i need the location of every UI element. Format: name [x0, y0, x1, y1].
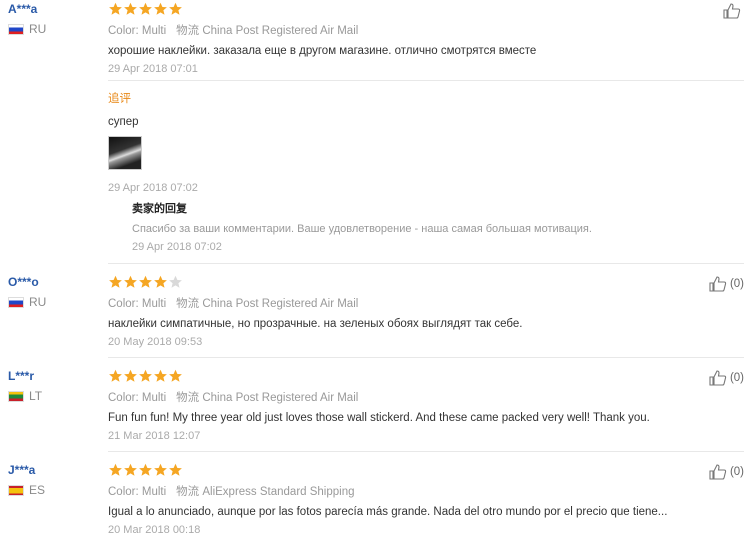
divider: [108, 357, 744, 358]
flag-es-icon: [8, 484, 24, 496]
star-rating: [108, 463, 668, 477]
thumbs-up-icon: [723, 3, 741, 19]
review-meta: Color: Multi 物流 AliExpress Standard Shipp…: [108, 483, 668, 499]
shipping-method: 物流 China Post Registered Air Mail: [176, 298, 359, 310]
flag-ru-icon: [8, 296, 24, 308]
thumbs-up-icon: [709, 276, 727, 292]
divider: [108, 451, 744, 452]
reviewer-info: A***a RU: [8, 2, 46, 36]
helpful-button[interactable]: (0): [709, 463, 744, 481]
review-text: наклейки симпатичные, но прозрачные. на …: [108, 318, 523, 330]
helpful-count: (0): [729, 466, 744, 478]
review-date: 21 Mar 2018 12:07: [108, 430, 201, 442]
reviewer-name[interactable]: O***o: [8, 275, 46, 289]
reviewer-name[interactable]: A***a: [8, 2, 46, 16]
star-filled-icon: [109, 369, 122, 382]
country-code: RU: [29, 22, 47, 36]
star-filled-icon: [154, 2, 167, 15]
divider: [108, 263, 744, 264]
star-filled-icon: [109, 275, 122, 288]
reviewer-info: O***o RU: [8, 275, 46, 309]
shipping-method: 物流 China Post Registered Air Mail: [176, 392, 359, 404]
color-attribute: Color: Multi: [108, 392, 167, 404]
star-rating: [108, 369, 668, 383]
star-filled-icon: [154, 463, 167, 476]
review-date: 29 Apr 2018 07:01: [108, 63, 198, 75]
seller-reply: 卖家的回复 Спасибо за ваши комментарии. Ваше …: [132, 200, 668, 253]
star-filled-icon: [139, 2, 152, 15]
star-filled-icon: [169, 369, 182, 382]
helpful-button[interactable]: [723, 2, 744, 20]
star-filled-icon: [139, 275, 152, 288]
reviewer-country: ES: [8, 483, 45, 497]
followup-review: 追评 супер 29 Apr 2018 07:02 卖家的回复 Спасибо…: [108, 90, 668, 253]
star-empty-icon: [169, 275, 182, 288]
helpful-count: (0): [729, 278, 744, 290]
flag-ru-icon: [8, 23, 24, 35]
star-filled-icon: [139, 369, 152, 382]
reviewer-country: RU: [8, 295, 46, 309]
review-date: 20 Mar 2018 00:18: [108, 524, 201, 536]
review-meta: Color: Multi 物流 China Post Registered Air…: [108, 389, 668, 405]
reviewer-info: L***r LT: [8, 369, 42, 403]
color-attribute: Color: Multi: [108, 486, 167, 498]
thumbs-up-icon: [709, 370, 727, 386]
helpful-button[interactable]: (0): [709, 275, 744, 293]
star-filled-icon: [169, 463, 182, 476]
shipping-method: 物流 China Post Registered Air Mail: [176, 25, 359, 37]
reviewer-country: LT: [8, 389, 42, 403]
divider: [108, 80, 744, 81]
color-attribute: Color: Multi: [108, 298, 167, 310]
review-meta: Color: Multi 物流 China Post Registered Air…: [108, 22, 668, 38]
review-photo-thumbnail[interactable]: [108, 136, 142, 170]
seller-reply-date: 29 Apr 2018 07:02: [132, 241, 222, 253]
review-meta: Color: Multi 物流 China Post Registered Air…: [108, 295, 668, 311]
helpful-button[interactable]: (0): [709, 369, 744, 387]
shipping-method: 物流 AliExpress Standard Shipping: [176, 486, 355, 498]
review-text: Igual a lo anunciado, aunque por las fot…: [108, 506, 668, 518]
reviewer-country: RU: [8, 22, 46, 36]
star-filled-icon: [109, 463, 122, 476]
review-content: Color: Multi 物流 China Post Registered Air…: [108, 275, 668, 348]
review-content: Color: Multi 物流 China Post Registered Air…: [108, 369, 668, 442]
color-attribute: Color: Multi: [108, 25, 167, 37]
review-text: Fun fun fun! My three year old just love…: [108, 412, 650, 424]
star-filled-icon: [139, 463, 152, 476]
followup-text: супер: [108, 116, 139, 128]
star-rating: [108, 275, 668, 289]
flag-lt-icon: [8, 390, 24, 402]
followup-label: 追评: [108, 93, 131, 105]
star-filled-icon: [154, 275, 167, 288]
review-content: Color: Multi 物流 AliExpress Standard Shipp…: [108, 463, 668, 536]
star-filled-icon: [124, 369, 137, 382]
star-rating: [108, 2, 668, 16]
followup-date: 29 Apr 2018 07:02: [108, 182, 198, 194]
reviewer-name[interactable]: L***r: [8, 369, 42, 383]
star-filled-icon: [124, 275, 137, 288]
star-filled-icon: [154, 369, 167, 382]
star-filled-icon: [169, 2, 182, 15]
seller-reply-text: Спасибо за ваши комментарии. Ваше удовле…: [132, 223, 592, 235]
star-filled-icon: [124, 2, 137, 15]
reviewer-name[interactable]: J***a: [8, 463, 45, 477]
country-code: LT: [29, 389, 43, 403]
country-code: RU: [29, 295, 47, 309]
review-text: хорошие наклейки. заказала еще в другом …: [108, 45, 537, 57]
country-code: ES: [29, 483, 46, 497]
star-filled-icon: [109, 2, 122, 15]
reviewer-info: J***a ES: [8, 463, 45, 497]
helpful-count: (0): [729, 372, 744, 384]
star-filled-icon: [124, 463, 137, 476]
review-content: Color: Multi 物流 China Post Registered Air…: [108, 2, 668, 75]
thumbs-up-icon: [709, 464, 727, 480]
seller-reply-title: 卖家的回复: [132, 203, 187, 215]
review-date: 20 May 2018 09:53: [108, 336, 203, 348]
